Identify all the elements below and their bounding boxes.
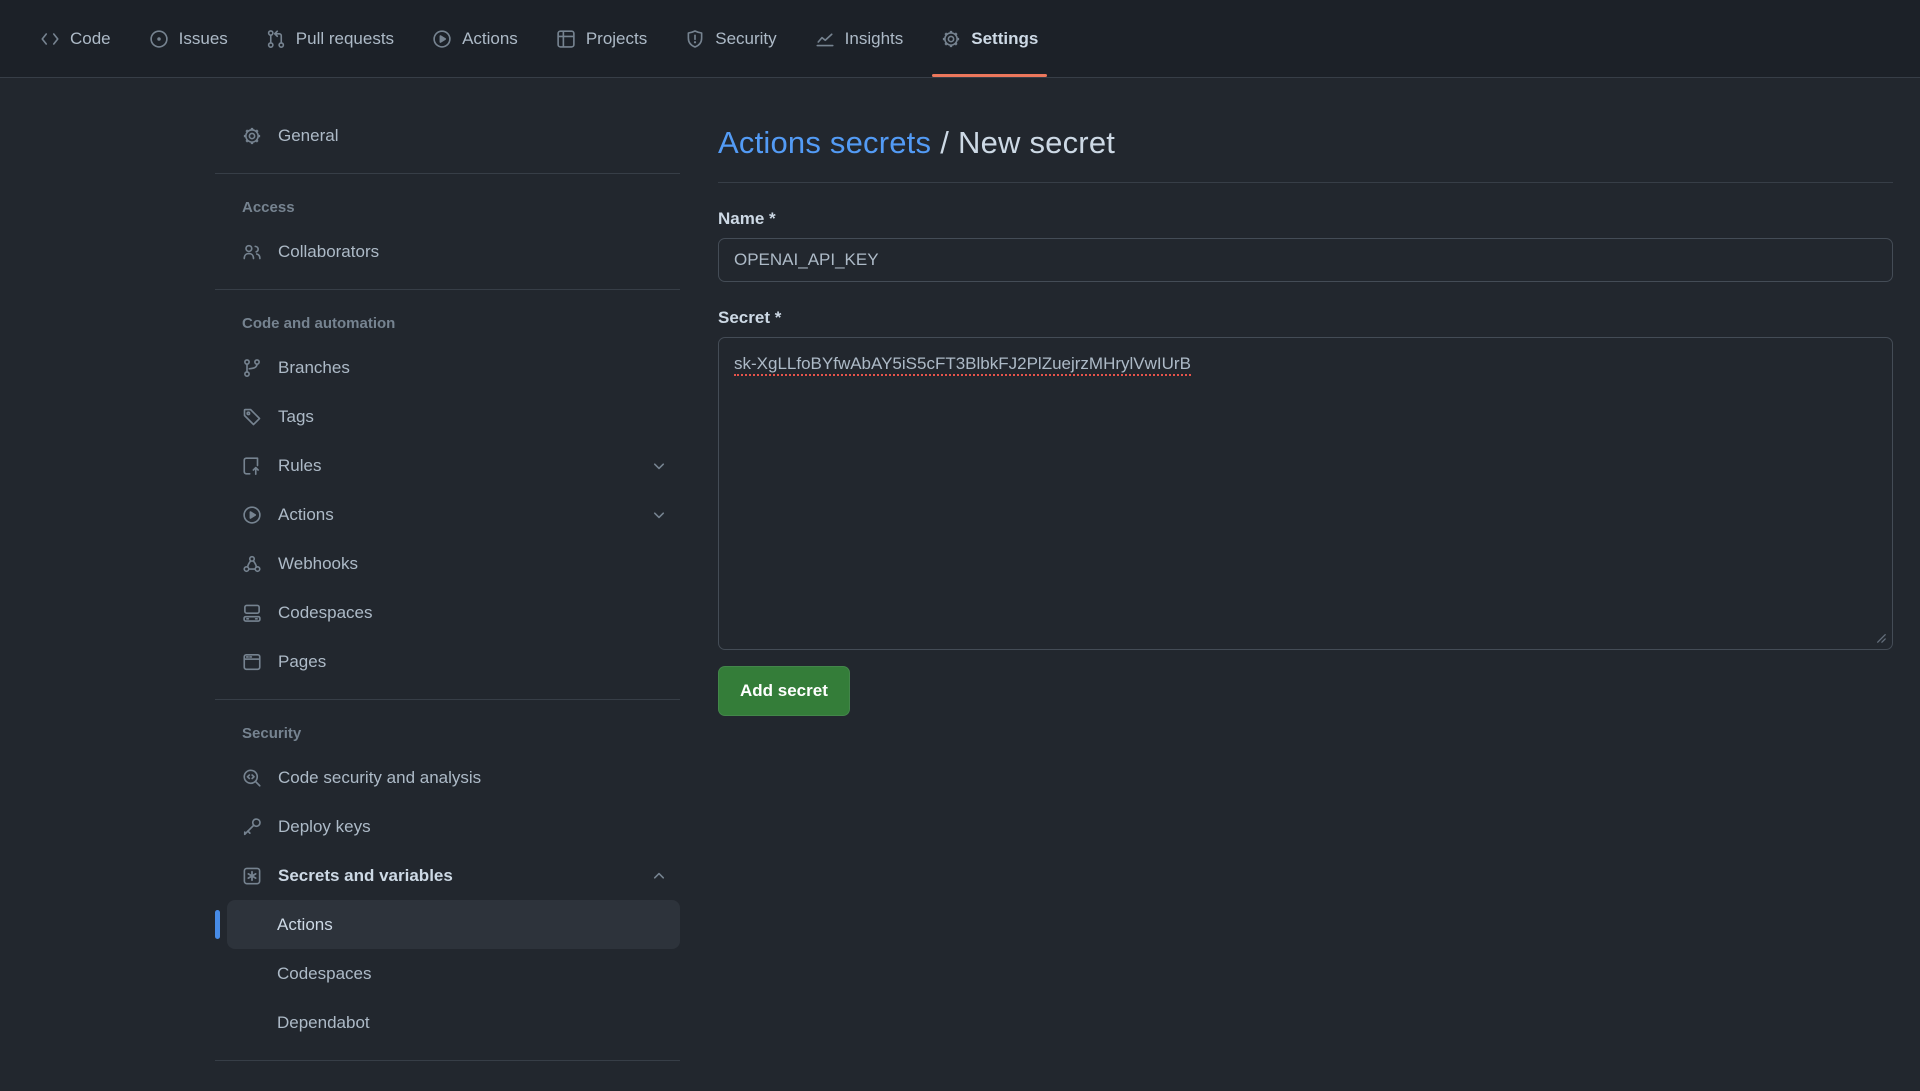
- git-branch-icon: [242, 358, 262, 378]
- secret-label: Secret *: [718, 308, 1893, 328]
- sidebar-item-collaborators[interactable]: Collaborators: [215, 227, 680, 276]
- resize-handle[interactable]: [1873, 630, 1888, 645]
- tab-pull-requests[interactable]: Pull requests: [253, 0, 407, 77]
- graph-icon: [815, 29, 835, 49]
- tab-code[interactable]: Code: [27, 0, 124, 77]
- pull-request-icon: [266, 29, 286, 49]
- sidebar-item-actions[interactable]: Actions: [215, 490, 680, 539]
- people-icon: [242, 242, 262, 262]
- tab-security[interactable]: Security: [672, 0, 789, 77]
- sidebar-item-deploy-keys[interactable]: Deploy keys: [215, 802, 680, 851]
- sidebar-item-pages[interactable]: Pages: [215, 637, 680, 686]
- sidebar-item-label: Actions: [278, 505, 634, 525]
- settings-layout: General Access Collaborators Code and au…: [0, 78, 1920, 1074]
- sidebar-item-label: Tags: [278, 407, 668, 427]
- gear-icon: [941, 29, 961, 49]
- sidebar-item-label: General: [278, 126, 668, 146]
- repo-nav: Code Issues Pull requests Actions Projec…: [0, 0, 1920, 78]
- sidebar-item-label: Code security and analysis: [278, 768, 668, 788]
- sidebar-subitem-label: Dependabot: [277, 1013, 370, 1033]
- name-label: Name *: [718, 209, 1893, 229]
- tab-code-label: Code: [70, 29, 111, 49]
- sidebar-divider: [215, 289, 680, 290]
- chevron-down-icon: [650, 457, 668, 475]
- tab-actions-label: Actions: [462, 29, 518, 49]
- secret-value-text: sk-XgLLfoBYfwAbAY5iS5cFT3BlbkFJ2PlZuejrz…: [734, 354, 1191, 376]
- tab-insights[interactable]: Insights: [802, 0, 917, 77]
- sidebar-divider: [215, 1060, 680, 1061]
- codescan-icon: [242, 768, 262, 788]
- breadcrumb-current: New secret: [958, 125, 1115, 160]
- chevron-up-icon: [650, 867, 668, 885]
- tab-security-label: Security: [715, 29, 776, 49]
- play-icon: [242, 505, 262, 525]
- tab-pull-requests-label: Pull requests: [296, 29, 394, 49]
- sidebar-item-label: Rules: [278, 456, 634, 476]
- tab-insights-label: Insights: [845, 29, 904, 49]
- play-icon: [432, 29, 452, 49]
- title-divider: [718, 182, 1893, 183]
- secret-value-textarea[interactable]: sk-XgLLfoBYfwAbAY5iS5cFT3BlbkFJ2PlZuejrz…: [718, 337, 1893, 650]
- actions-secrets-link[interactable]: Actions secrets: [718, 125, 931, 160]
- breadcrumb-separator: /: [940, 125, 949, 160]
- key-icon: [242, 817, 262, 837]
- issue-opened-icon: [149, 29, 169, 49]
- shield-icon: [685, 29, 705, 49]
- sidebar-item-secrets-and-variables[interactable]: Secrets and variables: [215, 851, 680, 900]
- sidebar-section-code-and-automation: Code and automation: [215, 303, 680, 343]
- add-secret-button[interactable]: Add secret: [718, 666, 850, 716]
- sidebar-item-label: Deploy keys: [278, 817, 668, 837]
- sidebar-item-label: Webhooks: [278, 554, 668, 574]
- page-title: Actions secrets / New secret: [718, 125, 1893, 161]
- browser-icon: [242, 652, 262, 672]
- sidebar-item-rules[interactable]: Rules: [215, 441, 680, 490]
- sidebar-item-label: Secrets and variables: [278, 866, 634, 886]
- sidebar-item-tags[interactable]: Tags: [215, 392, 680, 441]
- tab-settings-label: Settings: [971, 29, 1038, 49]
- tab-actions[interactable]: Actions: [419, 0, 531, 77]
- tab-issues[interactable]: Issues: [136, 0, 241, 77]
- settings-sidebar: General Access Collaborators Code and au…: [215, 78, 680, 1074]
- sidebar-item-label: Collaborators: [278, 242, 668, 262]
- sidebar-divider: [215, 173, 680, 174]
- tab-projects[interactable]: Projects: [543, 0, 660, 77]
- sidebar-item-label: Branches: [278, 358, 668, 378]
- tab-projects-label: Projects: [586, 29, 647, 49]
- sidebar-subitem-dependabot[interactable]: Dependabot: [227, 998, 680, 1047]
- sidebar-item-general[interactable]: General: [215, 111, 680, 160]
- sidebar-subitem-label: Actions: [277, 915, 333, 935]
- gear-icon: [242, 126, 262, 146]
- sidebar-item-webhooks[interactable]: Webhooks: [215, 539, 680, 588]
- tab-settings[interactable]: Settings: [928, 0, 1051, 77]
- tab-issues-label: Issues: [179, 29, 228, 49]
- new-secret-form: Actions secrets / New secret Name * Secret…: [718, 78, 1893, 716]
- code-icon: [40, 29, 60, 49]
- table-icon: [556, 29, 576, 49]
- sidebar-divider: [215, 699, 680, 700]
- secret-name-input[interactable]: [718, 238, 1893, 282]
- sidebar-item-label: Pages: [278, 652, 668, 672]
- webhook-icon: [242, 554, 262, 574]
- sidebar-item-branches[interactable]: Branches: [215, 343, 680, 392]
- key-asterisk-icon: [242, 866, 262, 886]
- sidebar-item-codespaces[interactable]: Codespaces: [215, 588, 680, 637]
- sidebar-section-security: Security: [215, 713, 680, 753]
- sidebar-item-code-security-and-analysis[interactable]: Code security and analysis: [215, 753, 680, 802]
- repo-push-icon: [242, 456, 262, 476]
- sidebar-item-label: Codespaces: [278, 603, 668, 623]
- sidebar-subitem-codespaces[interactable]: Codespaces: [227, 949, 680, 998]
- sidebar-subitem-actions[interactable]: Actions: [227, 900, 680, 949]
- sidebar-section-access: Access: [215, 187, 680, 227]
- sidebar-subitem-label: Codespaces: [277, 964, 372, 984]
- chevron-down-icon: [650, 506, 668, 524]
- codespaces-icon: [242, 603, 262, 623]
- tag-icon: [242, 407, 262, 427]
